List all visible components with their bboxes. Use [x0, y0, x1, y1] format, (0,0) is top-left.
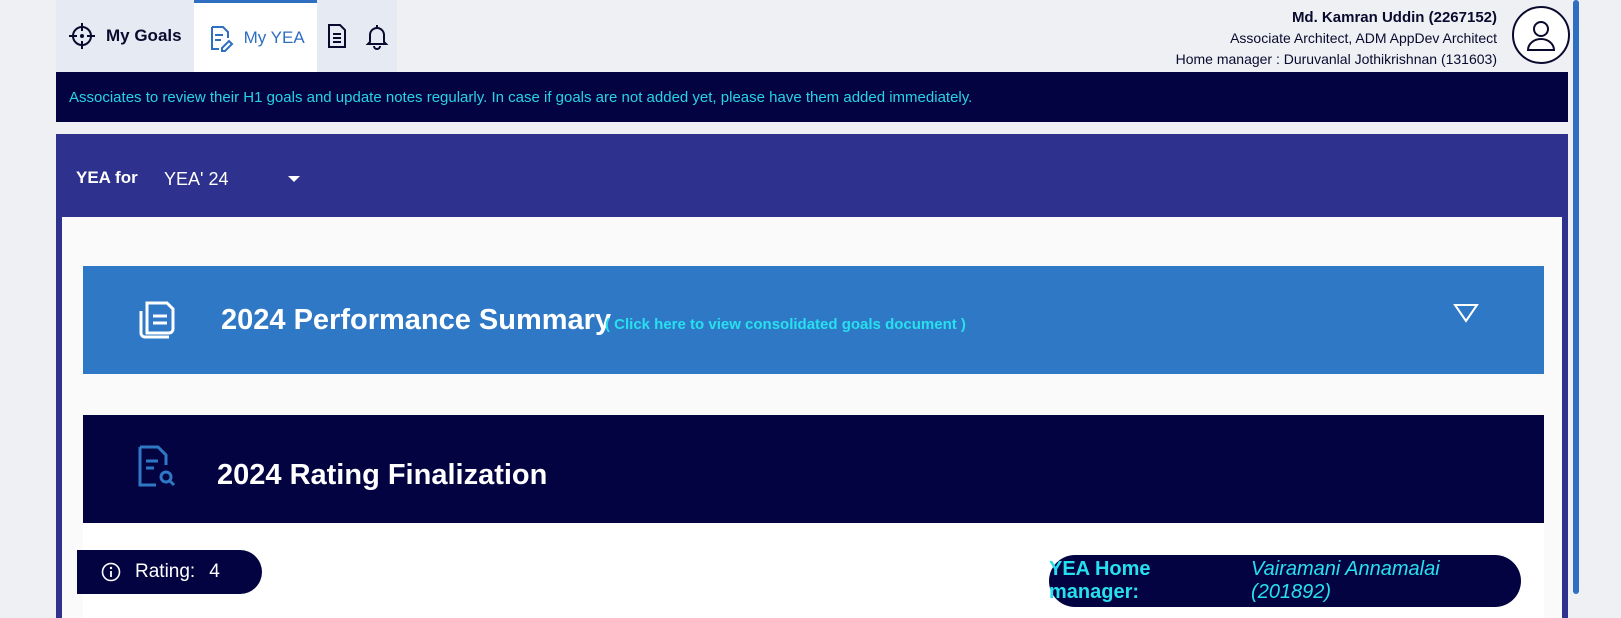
chevron-down-icon	[288, 176, 300, 182]
user-info: Md. Kamran Uddin (2267152) Associate Arc…	[1176, 8, 1497, 70]
crosshair-icon	[69, 23, 95, 49]
summary-title: 2024 Performance Summary	[221, 304, 612, 336]
document-icon	[327, 24, 346, 48]
home-manager: Home manager : Duruvanlal Jothikrishnan …	[1175, 51, 1497, 67]
rating-title: 2024 Rating Finalization	[217, 459, 548, 491]
scrollbar[interactable]	[1573, 0, 1579, 594]
user-icon	[1526, 21, 1556, 51]
rating-value: 4	[209, 561, 220, 582]
performance-summary-header[interactable]: 2024 Performance Summary ( Click here to…	[83, 266, 1544, 374]
avatar[interactable]	[1512, 6, 1570, 64]
user-name: Md. Kamran Uddin (2267152)	[1291, 9, 1497, 26]
document-edit-icon	[210, 25, 234, 52]
tab-label: My YEA	[243, 27, 305, 47]
top-nav: My Goals My YEA	[56, 0, 397, 72]
yea-label: YEA for	[76, 168, 138, 187]
rating-finalization-header: 2024 Rating Finalization	[83, 415, 1544, 523]
yea-select[interactable]: YEA' 24	[164, 164, 304, 194]
banner-text: Associates to review their H1 goals and …	[69, 88, 973, 106]
announcement-banner: Associates to review their H1 goals and …	[56, 72, 1568, 122]
triangle-down-icon[interactable]	[1453, 303, 1479, 323]
tab-label: My Goals	[106, 26, 182, 45]
consolidated-goals-link[interactable]: ( Click here to view consolidated goals …	[605, 316, 966, 333]
tab-notifications[interactable]	[356, 0, 397, 72]
info-icon[interactable]	[101, 562, 121, 582]
document-search-icon	[138, 445, 176, 487]
documents-stack-icon	[139, 301, 175, 339]
user-role: Associate Architect, ADM AppDev Architec…	[1230, 30, 1497, 46]
tab-my-yea[interactable]: My YEA	[193, 0, 317, 72]
yea-manager-value: Vairamani Annamalai (201892)	[1251, 558, 1440, 603]
yea-manager-label: YEA Home manager:	[1049, 558, 1151, 603]
yea-selected-value: YEA' 24	[164, 168, 229, 189]
yea-panel: YEA for YEA' 24 2024 Performance Summary…	[56, 134, 1568, 618]
rating-label: Rating:	[135, 561, 196, 582]
tab-my-goals[interactable]: My Goals	[56, 0, 194, 72]
yea-manager-pill: YEA Home manager: Vairamani Annamalai (2…	[1049, 555, 1521, 607]
bell-icon	[365, 25, 389, 50]
tab-documents[interactable]	[316, 0, 357, 72]
rating-pill: Rating: 4	[77, 550, 262, 594]
